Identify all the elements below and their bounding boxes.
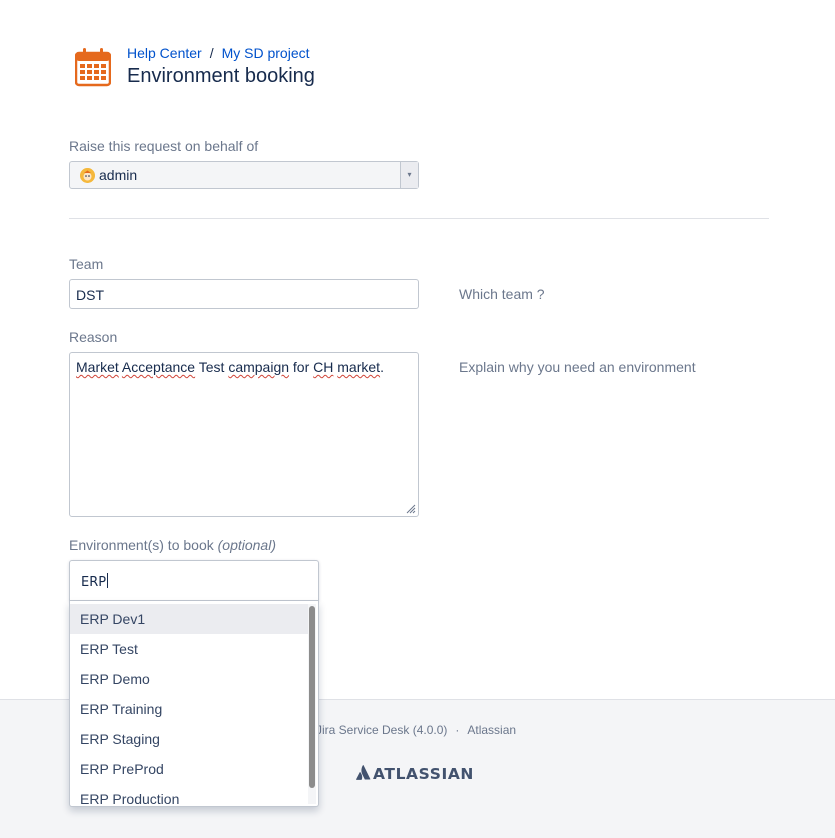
reason-word: Market (76, 359, 119, 375)
breadcrumb-help-center[interactable]: Help Center (127, 45, 202, 61)
page-header: Help Center / My SD project Environment bo… (75, 45, 475, 95)
atlassian-wordmark: ATLASSIAN (373, 765, 475, 783)
team-input[interactable]: DST (69, 279, 419, 309)
breadcrumb: Help Center / My SD project (127, 45, 310, 61)
dropdown-option[interactable]: ERP Staging (70, 724, 308, 754)
reason-end: . (380, 359, 384, 375)
reason-word: Test (198, 359, 225, 375)
reason-word: market (337, 359, 381, 375)
environments-label-text: Environment(s) to book (69, 537, 214, 553)
reason-help-text: Explain why you need an environment (459, 359, 696, 375)
reason-word: Acceptance (121, 359, 196, 375)
environments-dropdown: ERP Dev1 ERP Test ERP Demo ERP Training … (69, 601, 319, 807)
reason-text: Market Acceptance Test campaign for CH m… (76, 359, 384, 375)
section-divider (69, 218, 769, 219)
dropdown-option[interactable]: ERP PreProd (70, 754, 308, 784)
footer-product: Jira Service Desk (4.0.0) (316, 723, 448, 737)
dropdown-option[interactable]: ERP Training (70, 694, 308, 724)
resize-handle-icon[interactable] (406, 504, 416, 514)
page-title: Environment booking (127, 65, 315, 87)
reason-word: campaign (228, 359, 290, 375)
behalf-value: admin (99, 167, 138, 183)
chevron-down-icon[interactable]: ▾ (400, 162, 418, 188)
user-avatar-icon (80, 168, 95, 183)
breadcrumb-project[interactable]: My SD project (222, 45, 310, 61)
environments-query: ERP (81, 573, 109, 590)
environments-label: Environment(s) to book (optional) (69, 537, 276, 553)
team-label: Team (69, 256, 104, 272)
footer-separator: · (455, 723, 460, 737)
dropdown-option[interactable]: ERP Demo (70, 664, 308, 694)
dropdown-option[interactable]: ERP Test (70, 634, 308, 664)
footer-atlassian-link[interactable]: Atlassian (467, 723, 516, 737)
reason-label: Reason (69, 329, 118, 345)
footer-powered-by: Jira Service Desk (4.0.0) · Atlassian (316, 723, 516, 737)
text-cursor (107, 573, 109, 588)
reason-word: CH (313, 359, 334, 375)
team-help-text: Which team ? (459, 286, 545, 302)
reason-textarea[interactable]: Market Acceptance Test campaign for CH m… (69, 352, 419, 517)
dropdown-option[interactable]: ERP Dev1 (70, 604, 308, 634)
environments-query-text: ERP (81, 575, 107, 590)
breadcrumb-separator: / (209, 45, 214, 61)
optional-hint: (optional) (217, 537, 276, 553)
calendar-icon (75, 48, 111, 87)
dropdown-option[interactable]: ERP Production (70, 784, 308, 806)
behalf-select[interactable]: admin ▾ (69, 161, 419, 189)
reason-word: for (292, 359, 310, 375)
team-input-value: DST (76, 287, 104, 303)
environments-search-input[interactable]: ERP (69, 560, 319, 601)
atlassian-logo-icon (356, 765, 371, 780)
dropdown-scrollbar-thumb[interactable] (309, 606, 315, 788)
behalf-label: Raise this request on behalf of (69, 138, 259, 154)
